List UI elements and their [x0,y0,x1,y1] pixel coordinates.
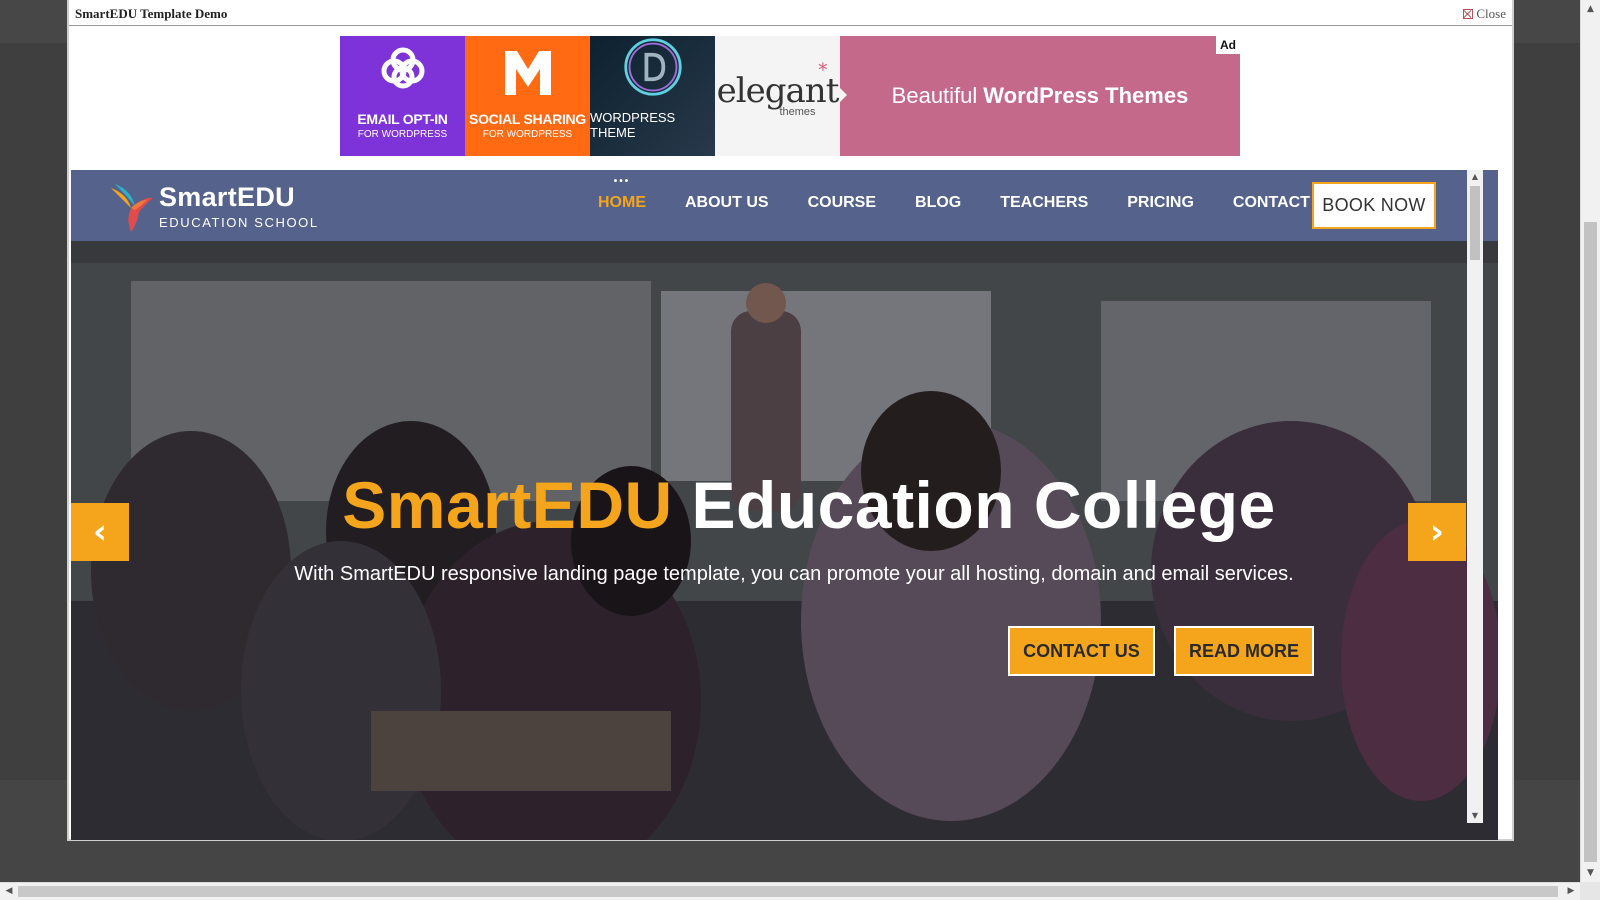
ad-tagline-plain: Beautiful [891,83,978,108]
nav-item-label: PRICING [1127,194,1194,211]
scrollbar-corner [1580,882,1600,900]
chevron-left-icon: ‹ [92,512,107,552]
divi-logo-icon [623,38,682,96]
site-preview: SmartEDU EDUCATION SCHOOL ••• HOME ABOUT… [71,170,1498,840]
modal-close-button[interactable]: Close [1463,6,1506,22]
nav-item-course[interactable]: COURSE [808,194,876,212]
close-icon [1463,9,1474,19]
ad-tagline-panel[interactable]: Beautiful WordPress Themes Ad [840,36,1240,156]
ad-badge[interactable]: Ad [1216,36,1240,54]
asterisk-icon: * [818,60,827,81]
book-now-button[interactable]: BOOK NOW [1312,182,1436,229]
hummingbird-logo-icon [111,184,153,232]
site-vertical-scrollbar[interactable]: ▲ ▼ [1467,170,1483,823]
ad-tile-elegant-themes[interactable]: elegant * themes [715,36,840,156]
nav-item-label: COURSE [807,194,877,211]
nav-item-label: BLOG [915,194,962,211]
brand-tagline: EDUCATION SCHOOL [159,215,319,230]
scroll-up-icon[interactable]: ▲ [1581,0,1600,18]
hero-slider: SmartEDU Education College With SmartEDU… [71,241,1498,840]
modal-titlebar: SmartEDU Template Demo Close [69,0,1512,26]
slider-next-button[interactable]: › [1408,503,1466,561]
main-nav: ••• HOME ABOUT US COURSE BLOG TEACHERS P… [598,176,1349,212]
slider-prev-button[interactable]: ‹ [71,503,129,561]
elegant-themes-logo: elegant * [717,62,840,109]
ad-tile-title: WORDPRESS THEME [590,110,676,140]
scroll-right-icon[interactable]: ▶ [1562,883,1580,900]
scrollbar-thumb[interactable] [18,886,1558,897]
ad-tile-email-optin[interactable]: EMAIL OPT-IN FOR WORDPRESS [340,36,465,156]
scroll-left-icon[interactable]: ◀ [0,883,18,900]
nav-item-about-us[interactable]: ABOUT US [685,194,769,212]
monarch-logo-icon [504,51,551,95]
nav-item-label: ABOUT US [685,194,769,211]
scrollbar-thumb[interactable] [1584,222,1597,862]
ad-tagline-bold: WordPress Themes [983,83,1189,108]
ad-tile-subtitle: FOR WORDPRESS [357,129,448,140]
nav-item-contact[interactable]: CONTACT [1233,194,1310,212]
demo-modal: SmartEDU Template Demo Close EMAIL OPT-I… [67,0,1514,841]
nav-item-label: CONTACT [1232,194,1310,211]
modal-close-label: Close [1476,6,1506,21]
scroll-up-icon[interactable]: ▲ [1467,170,1483,184]
nav-item-pricing[interactable]: PRICING [1127,194,1194,212]
ad-banner[interactable]: EMAIL OPT-IN FOR WORDPRESS SOCIAL SHARIN… [340,36,1240,156]
nav-item-home[interactable]: ••• HOME [598,176,646,212]
site-logo[interactable]: SmartEDU EDUCATION SCHOOL [101,178,319,234]
ad-tile-title: SOCIAL SHARING [469,111,586,127]
chevron-right-icon: › [1429,512,1444,552]
page-horizontal-scrollbar[interactable]: ◀ ▶ [0,882,1580,900]
ad-arrow-shape [840,88,847,102]
nav-item-blog[interactable]: BLOG [915,194,961,212]
nav-item-label: HOME [598,194,646,211]
nav-active-dots: ••• [613,176,631,187]
scroll-down-icon[interactable]: ▼ [1581,864,1600,882]
hero-title-accent: SmartEDU [342,468,673,542]
nav-item-teachers[interactable]: TEACHERS [1000,194,1088,212]
bloom-logo-icon [381,47,424,89]
brand-name: SmartEDU [159,182,295,212]
read-more-button[interactable]: READ MORE [1174,626,1314,676]
scrollbar-thumb[interactable] [1470,186,1480,260]
ad-tile-subtitle: FOR WORDPRESS [482,129,573,140]
scroll-down-icon[interactable]: ▼ [1467,809,1483,823]
modal-title: SmartEDU Template Demo [75,6,228,21]
ad-tile-divi-theme[interactable]: WORDPRESS THEME [590,36,715,156]
page-vertical-scrollbar[interactable]: ▲ ▼ [1580,0,1600,882]
hero-title-rest: Education College [691,468,1276,542]
contact-us-button[interactable]: CONTACT US [1008,626,1155,676]
site-navbar: SmartEDU EDUCATION SCHOOL ••• HOME ABOUT… [71,170,1498,241]
hero-title: SmartEDU Education College [71,467,1498,543]
ad-tile-social-sharing[interactable]: SOCIAL SHARING FOR WORDPRESS [465,36,590,156]
nav-item-label: TEACHERS [1000,194,1089,211]
hero-subtitle: With SmartEDU responsive landing page te… [294,563,1294,585]
ad-tile-title: EMAIL OPT-IN [357,111,448,127]
